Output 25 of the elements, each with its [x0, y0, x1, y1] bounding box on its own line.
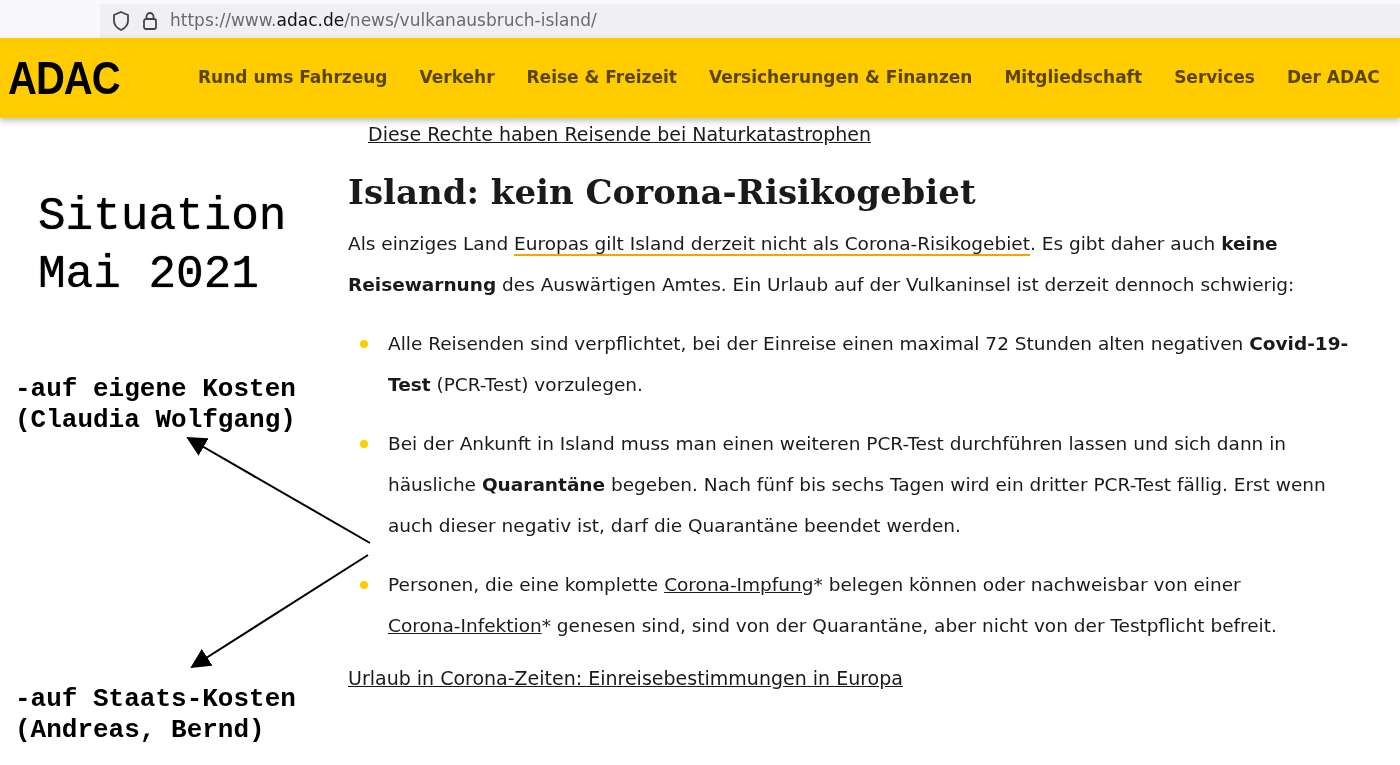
nav-link[interactable]: Der ADAC: [1286, 65, 1380, 91]
nav-link[interactable]: Reise & Freizeit: [526, 65, 677, 91]
annotation-title: Mai 2021: [38, 248, 260, 303]
url-text: https://www.adac.de/news/vulkanausbruch-island/: [170, 9, 597, 33]
annotation-note: (Claudia Wolfgang): [15, 405, 297, 436]
annotation-note: -auf Staats-Kosten: [15, 684, 297, 715]
nav-link[interactable]: Services: [1174, 65, 1255, 91]
annotation-title: Situation: [38, 190, 288, 245]
bullet-text: Alle Reisenden sind verpflichtet, bei der Einreise einen maximal 72 Stunden alten negativen Covid-19-Test (PCR-Test) vorzulegen.: [388, 331, 1350, 397]
nav-link[interactable]: Verkehr: [419, 65, 495, 91]
text-link[interactable]: Corona-Infektion: [388, 614, 542, 636]
nav-link[interactable]: Versicherungen & Finanzen: [708, 65, 973, 91]
article-heading: Island: kein Corona-Risikogebiet: [348, 170, 977, 213]
annotation-note: (Andreas, Bernd): [15, 715, 266, 746]
article-link[interactable]: Urlaub in Corona-Zeiten: Einreisebestimmungen in Europa: [348, 663, 903, 692]
article-paragraph: Als einziges Land Europas gilt Island derzeit nicht als Corona-Risikogebiet. Es gibt daher auch keine Reisewarnung des Auswärtigen Amtes. Ein Urlaub auf der Vulkaninsel ist derzeit dennoch schwierig:: [348, 231, 1296, 297]
text-link[interactable]: Corona-Impfung: [664, 573, 814, 595]
nav-link[interactable]: Mitgliedschaft: [1004, 65, 1143, 91]
annotation-note: -auf eigene Kosten: [15, 374, 297, 405]
bullet-text: Bei der Ankunft in Island muss man einen weiteren PCR-Test durchführen lassen und sich dann in häusliche Quarantäne begeben. Nach fünf bis sechs Tagen wird ein dritter PCR-Test fällig. Erst wenn auch dieser negativ ist, darf die Quarantäne beendet werden.: [388, 431, 1327, 538]
nav-link[interactable]: Rund ums Fahrzeug: [198, 65, 388, 91]
address-bar[interactable]: https://www.adac.de/news/vulkanausbruch-island/: [100, 4, 1400, 38]
bullet-text: Personen, die eine komplette Corona-Impfung* belegen können oder nachweisbar von einer Corona-Infektion* genesen sind, sind von der Quarantäne, aber nicht von der Testpflicht befreit.: [388, 572, 1278, 638]
adac-logo[interactable]: ADAC: [8, 43, 198, 113]
article-link[interactable]: Diese Rechte haben Reisende bei Naturkatastrophen: [368, 123, 872, 145]
